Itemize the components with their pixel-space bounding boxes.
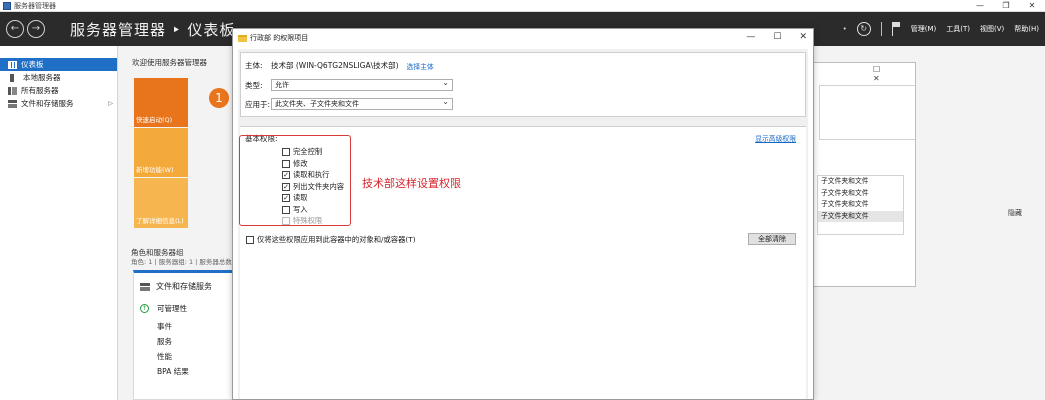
checkbox-box[interactable] [246, 236, 254, 244]
checkbox-label: 仅将这些权限应用到此容器中的对象和/或容器(T) [257, 235, 416, 244]
type-select-value: 允许 [275, 81, 289, 89]
sidebar-item-file-storage[interactable]: 文件和存储服务 ▷ [0, 97, 117, 110]
dialog-minimize-button[interactable]: — [746, 32, 755, 42]
dialog-title: 行政部 的权限项目 [250, 34, 309, 42]
show-advanced-permissions-link[interactable]: 显示高级权限 [755, 133, 796, 143]
principal-value: 技术部 (WIN-Q6TG2NSLIGA\技术部) [271, 61, 399, 70]
dialog-title-bar: 行政部 的权限项目 — ☐ ✕ [233, 29, 813, 47]
tile-label: 新增功能(W) [136, 166, 174, 174]
tile-label: 了解详细信息(L) [136, 217, 184, 225]
minimize-button[interactable]: — [967, 0, 993, 12]
role-card-performance[interactable]: 性能 [157, 351, 172, 362]
type-select[interactable]: 允许 [271, 78, 453, 91]
file-storage-role-card[interactable]: 文件和存储服务 ↑ 可管理性 事件 服务 性能 BPA 结果 [133, 270, 233, 400]
background-security-dialog: ☐ ✕ 子文件夹和文件 子文件夹和文件 子文件夹和文件 子文件夹和文件 [812, 62, 916, 287]
dashboard-icon [8, 60, 17, 69]
tile-label: 快速启动(Q) [136, 116, 173, 124]
select-principal-link[interactable]: 选择主体 [407, 61, 434, 71]
back-arrow-icon[interactable]: ← [6, 20, 24, 38]
manage-menu[interactable]: 管理(M) [911, 24, 937, 34]
sidebar: 仪表板 本地服务器 所有服务器 文件和存储服务 ▷ [0, 46, 118, 400]
dialog-maximize-button[interactable]: ☐ [773, 32, 781, 42]
bg-dialog-controls: ☐ ✕ [873, 65, 915, 83]
sidebar-item-label: 本地服务器 [23, 73, 61, 82]
local-server-icon [10, 73, 14, 82]
step-number-badge: 1 [209, 88, 229, 108]
outer-window-title: 服务器管理器 [14, 1, 56, 10]
page-title: 服务器管理器 ‣ 仪表板 [70, 21, 236, 39]
principal-section: 主体: 技术部 (WIN-Q6TG2NSLIGA\技术部) 选择主体 类型: 允… [240, 52, 806, 117]
applies-to-label: 应用于: [245, 99, 271, 109]
outer-window-controls: — ❐ ✕ [967, 0, 1045, 12]
sidebar-item-local-server[interactable]: 本地服务器 [0, 71, 117, 84]
list-item[interactable]: 子文件夹和文件 [818, 188, 903, 200]
server-manager-app-icon [3, 1, 11, 10]
list-item[interactable]: 子文件夹和文件 [818, 199, 903, 211]
sidebar-item-label: 文件和存储服务 [21, 99, 74, 108]
applies-to-row: 应用于: 此文件夹、子文件夹和文件 [245, 97, 453, 110]
header-dropdown-icon[interactable]: • [843, 25, 847, 33]
role-card-bpa-results[interactable]: BPA 结果 [157, 366, 189, 377]
maximize-button[interactable]: ❐ [993, 0, 1019, 12]
sidebar-item-label: 所有服务器 [21, 86, 59, 95]
bg-close-button[interactable]: ✕ [873, 74, 880, 83]
hide-button[interactable]: 隐藏 [1008, 208, 1022, 218]
dialog-close-button[interactable]: ✕ [799, 32, 807, 42]
learn-more-tile[interactable]: 了解详细信息(L) [134, 178, 188, 228]
type-row: 类型: 允许 [245, 78, 453, 91]
file-storage-icon [8, 99, 17, 108]
role-card-title: 文件和存储服务 [140, 281, 212, 292]
bg-maximize-button[interactable]: ☐ [873, 65, 880, 74]
quick-start-tile[interactable]: 快速启动(Q) [134, 78, 188, 127]
bg-dialog-panel [819, 85, 915, 140]
file-storage-icon [140, 282, 150, 291]
list-item[interactable]: 子文件夹和文件 [818, 176, 903, 188]
status-ok-icon: ↑ [140, 304, 149, 313]
sidebar-item-dashboard[interactable]: 仪表板 [0, 58, 117, 71]
notifications-flag-icon[interactable] [891, 22, 901, 36]
sidebar-item-label: 仪表板 [21, 60, 44, 69]
dialog-window-controls: — ☐ ✕ [746, 32, 807, 42]
principal-label: 主体: [245, 61, 263, 70]
role-card-services[interactable]: 服务 [157, 336, 172, 347]
all-servers-icon [8, 86, 17, 95]
folder-icon [238, 34, 247, 42]
whats-new-tile[interactable]: 新增功能(W) [134, 128, 188, 177]
forward-arrow-icon[interactable]: → [27, 20, 45, 38]
tools-menu[interactable]: 工具(T) [946, 24, 970, 34]
sidebar-item-all-servers[interactable]: 所有服务器 [0, 84, 117, 97]
roles-summary: 角色: 1 | 服务器组: 1 | 服务器总数: 1 [131, 258, 241, 266]
annotation-highlight-box [239, 135, 351, 226]
status-label: 可管理性 [157, 304, 187, 313]
role-card-events[interactable]: 事件 [157, 321, 172, 332]
outer-title-bar: 服务器管理器 — ❐ ✕ [0, 0, 1045, 12]
clear-all-button[interactable]: 全部清除 [748, 233, 796, 245]
view-menu[interactable]: 视图(V) [980, 24, 1004, 34]
annotation-text: 技术部这样设置权限 [362, 177, 461, 190]
applies-to-select[interactable]: 此文件夹、子文件夹和文件 [271, 97, 453, 110]
header-menu-bar: • ↻ 管理(M) 工具(T) 视图(V) 帮助(H) [843, 12, 1039, 46]
list-item[interactable]: 子文件夹和文件 [818, 210, 903, 222]
welcome-heading: 欢迎使用服务器管理器 [132, 58, 207, 67]
applies-to-select-value: 此文件夹、子文件夹和文件 [275, 100, 359, 108]
bg-permission-list: 子文件夹和文件 子文件夹和文件 子文件夹和文件 子文件夹和文件 [817, 175, 904, 235]
header-separator [880, 22, 882, 36]
type-label: 类型: [245, 80, 263, 90]
manageability-status[interactable]: ↑ 可管理性 [140, 303, 187, 314]
apply-only-to-container-checkbox[interactable]: 仅将这些权限应用到此容器中的对象和/或容器(T) [246, 235, 416, 245]
refresh-icon[interactable]: ↻ [856, 22, 871, 36]
role-card-title-text: 文件和存储服务 [156, 282, 212, 291]
expand-arrow-icon[interactable]: ▷ [108, 100, 113, 107]
help-menu[interactable]: 帮助(H) [1014, 24, 1039, 34]
close-button[interactable]: ✕ [1019, 0, 1045, 12]
principal-row: 主体: 技术部 (WIN-Q6TG2NSLIGA\技术部) 选择主体 [245, 60, 434, 71]
